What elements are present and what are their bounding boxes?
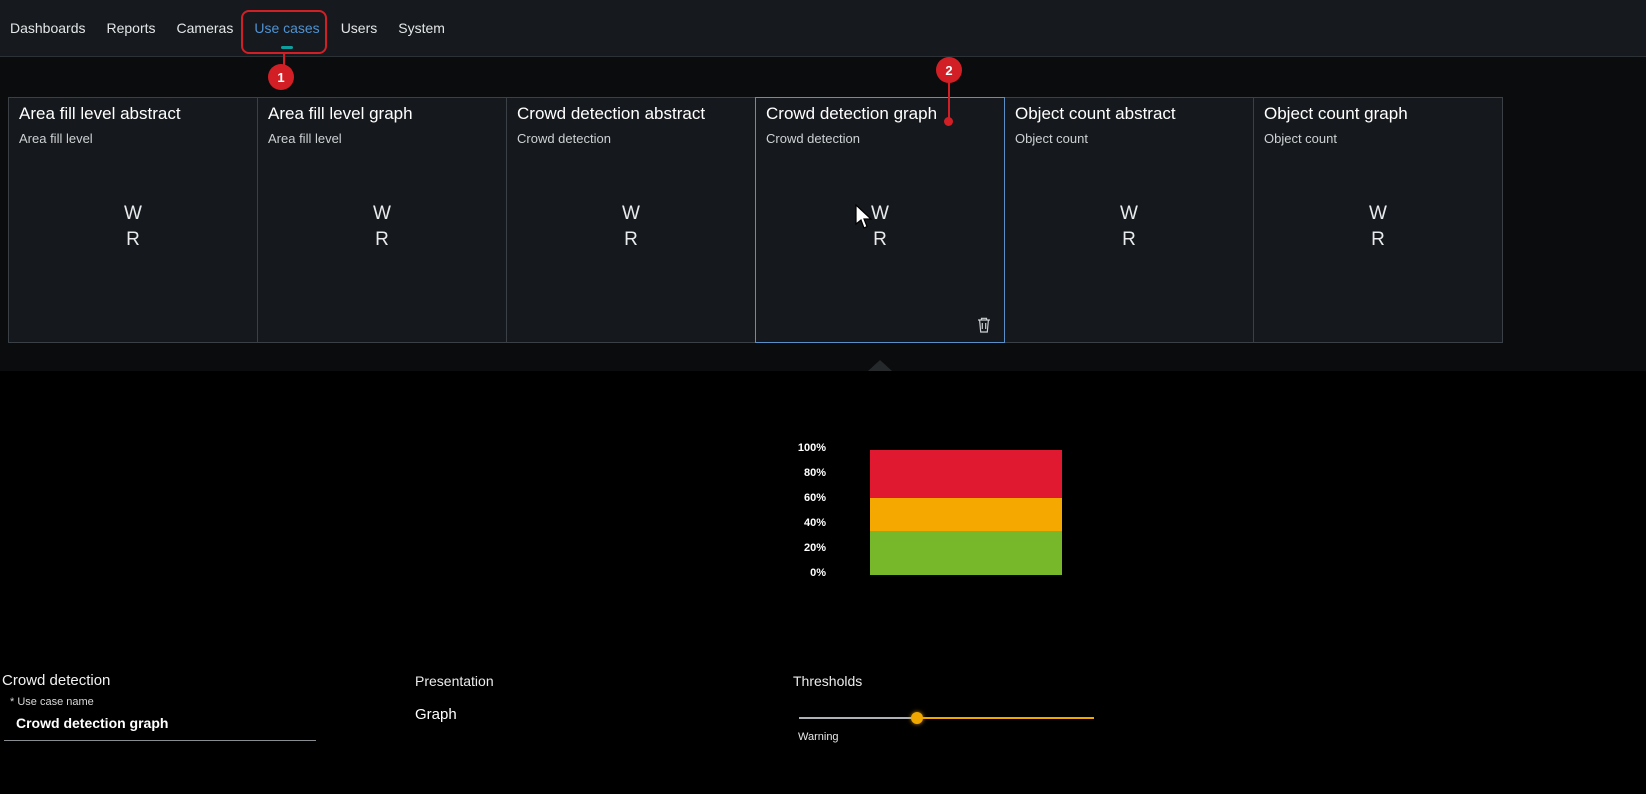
presentation-label: Presentation	[415, 673, 494, 689]
axis-tick: 0%	[756, 561, 826, 586]
card-placeholder-letters: WR	[268, 201, 496, 253]
use-case-cards: Area fill level abstract Area fill level…	[8, 97, 1503, 343]
use-case-section-title: Crowd detection	[2, 672, 110, 689]
nav-item-dashboards[interactable]: Dashboards	[10, 16, 86, 40]
warning-threshold-slider[interactable]	[799, 710, 1094, 726]
alarm-zone	[870, 450, 1062, 498]
card-subtitle: Area fill level	[268, 131, 496, 146]
nav-item-system[interactable]: System	[398, 16, 445, 40]
warning-label: Warning	[798, 731, 839, 743]
use-case-name-label: * Use case name	[10, 696, 94, 708]
card-crowd-detection-abstract[interactable]: Crowd detection abstract Crowd detection…	[506, 97, 756, 343]
threshold-chart-axis: 100% 80% 60% 40% 20% 0%	[756, 436, 826, 586]
mouse-cursor	[855, 204, 873, 230]
card-object-count-abstract[interactable]: Object count abstract Object count WR	[1004, 97, 1254, 343]
axis-tick: 40%	[756, 511, 826, 536]
nav-item-users[interactable]: Users	[341, 16, 378, 40]
card-title: Crowd detection graph	[766, 104, 994, 124]
warning-slider-thumb[interactable]	[911, 712, 923, 724]
annotation-dot-2	[944, 117, 953, 126]
axis-tick: 100%	[756, 436, 826, 461]
card-title: Crowd detection abstract	[517, 104, 745, 124]
card-title: Object count graph	[1264, 104, 1492, 124]
delete-use-case-button[interactable]	[976, 316, 992, 334]
axis-tick: 80%	[756, 461, 826, 486]
nav-item-reports[interactable]: Reports	[107, 16, 156, 40]
card-subtitle: Object count	[1264, 131, 1492, 146]
card-subtitle: Area fill level	[19, 131, 247, 146]
card-title: Object count abstract	[1015, 104, 1243, 124]
annotation-box-use-cases	[241, 10, 327, 54]
annotation-badge-1: 1	[268, 64, 294, 90]
card-area-fill-level-graph[interactable]: Area fill level graph Area fill level WR	[257, 97, 507, 343]
trash-icon	[976, 316, 992, 334]
panel-notch	[868, 360, 892, 371]
card-placeholder-letters: WR	[766, 201, 994, 253]
warning-slider-left	[799, 717, 917, 719]
card-subtitle: Crowd detection	[517, 131, 745, 146]
axis-tick: 60%	[756, 486, 826, 511]
card-subtitle: Crowd detection	[766, 131, 994, 146]
card-subtitle: Object count	[1015, 131, 1243, 146]
card-object-count-graph[interactable]: Object count graph Object count WR	[1253, 97, 1503, 343]
card-placeholder-letters: WR	[19, 201, 247, 253]
thresholds-label: Thresholds	[793, 673, 862, 689]
annotation-line-2	[948, 82, 950, 118]
use-case-name-input[interactable]: Crowd detection graph	[4, 710, 316, 741]
nav-item-cameras[interactable]: Cameras	[177, 16, 234, 40]
card-title: Area fill level abstract	[19, 104, 247, 124]
ok-zone	[870, 531, 1062, 575]
card-crowd-detection-graph[interactable]: Crowd detection graph Crowd detection WR	[755, 97, 1005, 343]
annotation-badge-2: 2	[936, 57, 962, 83]
presentation-select[interactable]: Graph	[415, 706, 457, 723]
card-area-fill-level-abstract[interactable]: Area fill level abstract Area fill level…	[8, 97, 258, 343]
card-placeholder-letters: WR	[1015, 201, 1243, 253]
card-placeholder-letters: WR	[517, 201, 745, 253]
card-title: Area fill level graph	[268, 104, 496, 124]
warning-zone	[870, 498, 1062, 532]
threshold-chart	[870, 450, 1062, 575]
card-placeholder-letters: WR	[1264, 201, 1492, 253]
axis-tick: 20%	[756, 536, 826, 561]
